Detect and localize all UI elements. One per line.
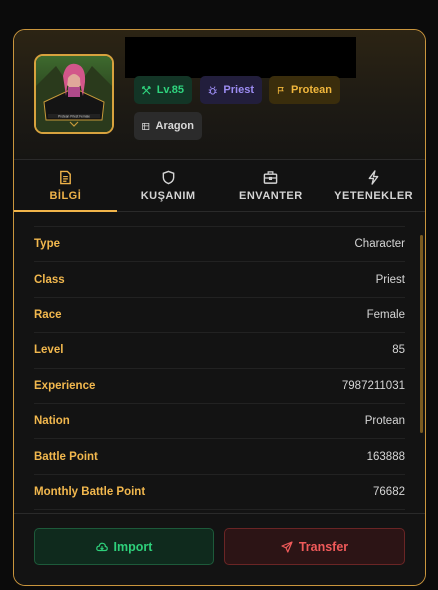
server-badge-label: Aragon	[155, 120, 195, 132]
server-icon	[142, 122, 150, 130]
class-badge: Priest	[200, 76, 262, 104]
info-value: 7987211031	[341, 379, 405, 392]
tab-info[interactable]: BİLGİ	[14, 160, 117, 212]
info-key: Type	[34, 238, 60, 251]
tab-info-label: BİLGİ	[49, 189, 82, 202]
info-row-level: Level 85	[34, 333, 405, 369]
tab-skills[interactable]: YETENEKLER	[322, 160, 425, 211]
nation-badge: Protean	[269, 76, 340, 104]
info-row-experience: Experience 7987211031	[34, 369, 405, 404]
flag-icon	[277, 86, 284, 94]
lightning-icon	[368, 169, 379, 185]
tab-bar: BİLGİ KUŞANIM ENVANTER YETENEKLER	[14, 160, 425, 212]
info-value: Protean	[364, 415, 405, 428]
info-row-battle-point: Battle Point 163888	[34, 439, 405, 475]
cloud-download-icon	[95, 542, 108, 551]
shield-icon	[162, 170, 174, 184]
info-row-nation: Nation Protean	[34, 404, 405, 440]
tab-equipment-label: KUŞANIM	[140, 189, 196, 202]
tab-equipment[interactable]: KUŞANIM	[117, 160, 220, 211]
character-header: Protean Priest Female Lv.85 Priest Prote…	[14, 30, 425, 160]
info-value: 76682	[373, 485, 405, 498]
tab-inventory[interactable]: ENVANTER	[220, 160, 323, 211]
info-row-race: Race Female	[34, 298, 405, 334]
crossed-swords-icon	[142, 85, 151, 95]
redacted-character-name	[125, 37, 356, 78]
bug-icon	[208, 85, 217, 95]
info-row-type: Type Character	[34, 227, 406, 263]
document-icon	[59, 170, 71, 184]
transfer-button[interactable]: Transfer	[224, 528, 405, 565]
character-card: Protean Priest Female Lv.85 Priest Prote…	[13, 29, 426, 586]
nation-badge-label: Protean	[291, 84, 332, 96]
info-value: Female	[366, 308, 405, 321]
info-key: Monthly Battle Point	[34, 485, 146, 498]
briefcase-icon	[264, 170, 278, 184]
send-icon	[281, 540, 293, 553]
class-badge-label: Priest	[223, 84, 254, 96]
info-row-monthly-battle-point: Monthly Battle Point 76682	[34, 475, 405, 511]
avatar-caption: Protean Priest Female	[58, 115, 90, 119]
info-value: 85	[392, 344, 405, 357]
import-button-label: Import	[113, 539, 153, 554]
import-button[interactable]: Import	[34, 528, 214, 565]
info-value: Character	[354, 238, 406, 251]
info-row-class: Class Priest	[34, 262, 405, 298]
level-badge-label: Lv.85	[156, 84, 184, 96]
action-bar: Import Transfer	[14, 513, 425, 585]
character-avatar[interactable]: Protean Priest Female	[34, 54, 114, 134]
tab-inventory-label: ENVANTER	[239, 189, 303, 202]
info-scrollbar[interactable]	[420, 235, 423, 433]
info-value: 163888	[366, 450, 405, 463]
server-badge: Aragon	[134, 112, 202, 140]
tab-skills-label: YETENEKLER	[334, 189, 414, 202]
info-key: Experience	[34, 379, 96, 392]
avatar-portrait: Protean Priest Female	[36, 56, 112, 132]
info-list[interactable]: Type Character Class Priest Race Female …	[14, 227, 425, 514]
info-key: Level	[34, 344, 64, 357]
info-key: Nation	[34, 415, 70, 428]
info-key: Race	[34, 308, 62, 321]
transfer-button-label: Transfer	[298, 539, 349, 554]
info-key: Class	[34, 273, 65, 286]
level-badge: Lv.85	[134, 76, 192, 104]
info-value: Priest	[375, 273, 405, 286]
info-key: Battle Point	[34, 450, 98, 463]
